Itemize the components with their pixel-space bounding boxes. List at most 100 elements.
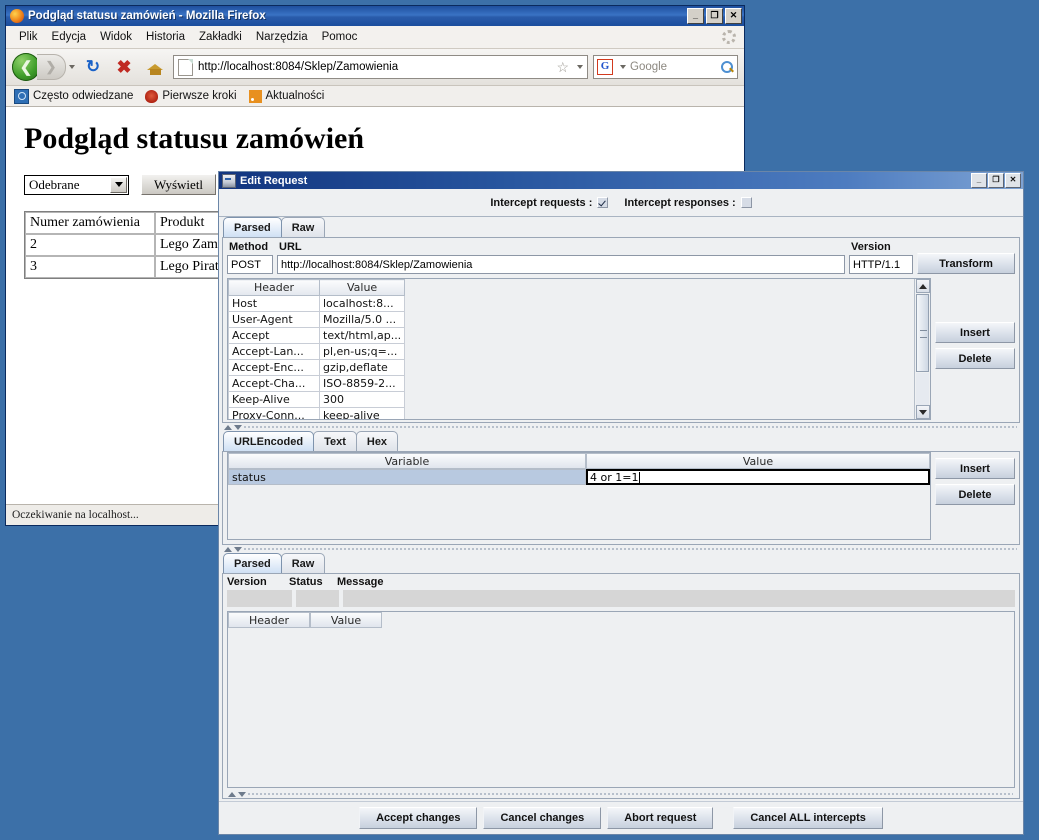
splitter-collapse-down-icon[interactable]: [234, 424, 242, 430]
table-row[interactable]: Accept-Lan... pl,en-us;q=...: [228, 343, 406, 360]
column-header-value[interactable]: Value: [310, 612, 382, 628]
cell-header-value[interactable]: text/html,ap...: [318, 327, 406, 344]
column-header-variable[interactable]: Variable: [228, 453, 586, 469]
cell-header-value[interactable]: gzip,deflate: [318, 359, 406, 376]
cell-header-name[interactable]: Accept-Enc...: [228, 359, 320, 376]
scrollbar-thumb[interactable]: [916, 294, 929, 372]
menu-item-historia[interactable]: Historia: [139, 29, 192, 45]
menu-item-widok[interactable]: Widok: [93, 29, 139, 45]
cell-header-value[interactable]: pl,en-us;q=...: [318, 343, 406, 360]
menu-item-zakladki[interactable]: Zakładki: [192, 29, 249, 45]
menu-item-plik[interactable]: Plik: [12, 29, 45, 45]
menu-item-pomoc[interactable]: Pomoc: [315, 29, 365, 45]
maximize-icon[interactable]: ❐: [988, 173, 1004, 188]
tab-response-parsed[interactable]: Parsed: [223, 553, 282, 573]
splitter-grip[interactable]: [244, 548, 1017, 550]
cell-header-name[interactable]: Accept-Cha...: [228, 375, 320, 392]
response-bottom-splitter[interactable]: [223, 790, 1019, 798]
stop-icon[interactable]: ✖: [111, 54, 137, 80]
google-icon[interactable]: G: [597, 59, 613, 75]
column-header-value[interactable]: Value: [318, 279, 406, 296]
splitter-collapse-up-icon[interactable]: [224, 546, 232, 552]
request-headers-table[interactable]: Header Value Host localhost:8... User-Ag…: [228, 279, 406, 419]
close-icon[interactable]: ✕: [725, 8, 742, 24]
magnifier-icon[interactable]: [721, 60, 734, 74]
menu-item-edycja[interactable]: Edycja: [45, 29, 94, 45]
history-dropdown-icon[interactable]: [69, 65, 75, 69]
cell-value-editor[interactable]: 4 or 1=1: [586, 469, 930, 485]
bookmark-latest-headlines[interactable]: Aktualności: [248, 89, 324, 103]
back-arrow-icon[interactable]: ❮: [12, 53, 40, 81]
table-row[interactable]: Accept text/html,ap...: [228, 327, 406, 344]
forward-arrow-icon[interactable]: ❯: [37, 54, 66, 80]
accept-changes-button[interactable]: Accept changes: [359, 807, 478, 829]
table-row[interactable]: Proxy-Conn... keep-alive: [228, 407, 406, 419]
response-message-input[interactable]: [343, 590, 1015, 607]
search-bar[interactable]: G Google: [593, 55, 738, 79]
table-row[interactable]: Keep-Alive 300: [228, 391, 406, 408]
table-row[interactable]: User-Agent Mozilla/5.0 ...: [228, 311, 406, 328]
tab-request-raw[interactable]: Raw: [280, 217, 326, 237]
show-button[interactable]: Wyświetl: [141, 174, 217, 195]
column-header-header[interactable]: Header: [228, 612, 310, 628]
table-row[interactable]: Accept-Cha... ISO-8859-2...: [228, 375, 406, 392]
scroll-up-icon[interactable]: [915, 279, 930, 293]
minimize-icon[interactable]: _: [687, 8, 704, 24]
tab-response-raw[interactable]: Raw: [280, 553, 326, 573]
headers-delete-button[interactable]: Delete: [935, 348, 1015, 369]
cancel-all-intercepts-button[interactable]: Cancel ALL intercepts: [733, 807, 883, 829]
version-input[interactable]: HTTP/1.1: [849, 255, 913, 274]
intercept-requests-checkbox[interactable]: [597, 197, 609, 208]
body-insert-button[interactable]: Insert: [935, 458, 1015, 479]
scrollbar-track[interactable]: [916, 373, 929, 405]
urlbar-dropdown-icon[interactable]: [577, 65, 583, 69]
chevron-down-icon[interactable]: [110, 176, 127, 193]
column-header-header[interactable]: Header: [228, 279, 320, 296]
body-delete-button[interactable]: Delete: [935, 484, 1015, 505]
headers-insert-button[interactable]: Insert: [935, 322, 1015, 343]
splitter-collapse-down-icon[interactable]: [234, 546, 242, 552]
response-status-input[interactable]: [296, 590, 339, 607]
maximize-icon[interactable]: ❐: [706, 8, 723, 24]
tab-request-parsed[interactable]: Parsed: [223, 217, 282, 237]
home-button[interactable]: [142, 54, 168, 80]
table-row[interactable]: status 4 or 1=1: [228, 469, 930, 485]
table-row[interactable]: Accept-Enc... gzip,deflate: [228, 359, 406, 376]
table-row[interactable]: Host localhost:8...: [228, 295, 406, 312]
cell-header-name[interactable]: User-Agent: [228, 311, 320, 328]
search-engine-dropdown-icon[interactable]: [620, 65, 626, 69]
intercept-responses-checkbox[interactable]: [740, 197, 752, 208]
body-response-splitter[interactable]: [219, 545, 1023, 553]
bookmark-most-visited[interactable]: Często odwiedzane: [14, 88, 133, 104]
column-header-value[interactable]: Value: [586, 453, 930, 469]
cell-header-value[interactable]: 300: [318, 391, 406, 408]
tab-urlencoded[interactable]: URLEncoded: [223, 431, 315, 451]
splitter-grip[interactable]: [244, 426, 1017, 428]
cell-header-name[interactable]: Accept: [228, 327, 320, 344]
status-select[interactable]: Odebrane: [24, 174, 129, 195]
cell-header-value[interactable]: keep-alive: [318, 407, 406, 419]
splitter-collapse-up-icon[interactable]: [228, 791, 236, 797]
cell-header-value[interactable]: Mozilla/5.0 ...: [318, 311, 406, 328]
body-variables-table[interactable]: Variable Value status 4 or 1=1: [227, 452, 931, 540]
request-body-splitter[interactable]: [219, 423, 1023, 431]
bookmark-star-icon[interactable]: ☆: [556, 60, 569, 74]
url-text[interactable]: http://localhost:8084/Sklep/Zamowienia: [198, 61, 551, 73]
cell-header-value[interactable]: ISO-8859-2...: [318, 375, 406, 392]
minimize-icon[interactable]: _: [971, 173, 987, 188]
url-input[interactable]: http://localhost:8084/Sklep/Zamowienia: [277, 255, 845, 274]
transform-button[interactable]: Transform: [917, 253, 1015, 274]
search-input[interactable]: Google: [630, 61, 717, 73]
cell-header-name[interactable]: Accept-Lan...: [228, 343, 320, 360]
bookmark-getting-started[interactable]: Pierwsze kroki: [145, 89, 237, 103]
response-headers-table[interactable]: Header Value: [227, 611, 1015, 788]
close-icon[interactable]: ✕: [1005, 173, 1021, 188]
abort-request-button[interactable]: Abort request: [607, 807, 714, 829]
scroll-down-icon[interactable]: [915, 405, 930, 419]
method-input[interactable]: POST: [227, 255, 273, 274]
cancel-changes-button[interactable]: Cancel changes: [483, 807, 602, 829]
cell-header-name[interactable]: Host: [228, 295, 320, 312]
cell-header-name[interactable]: Proxy-Conn...: [228, 407, 320, 419]
headers-vertical-scrollbar[interactable]: [914, 279, 930, 419]
splitter-grip[interactable]: [248, 793, 1013, 795]
